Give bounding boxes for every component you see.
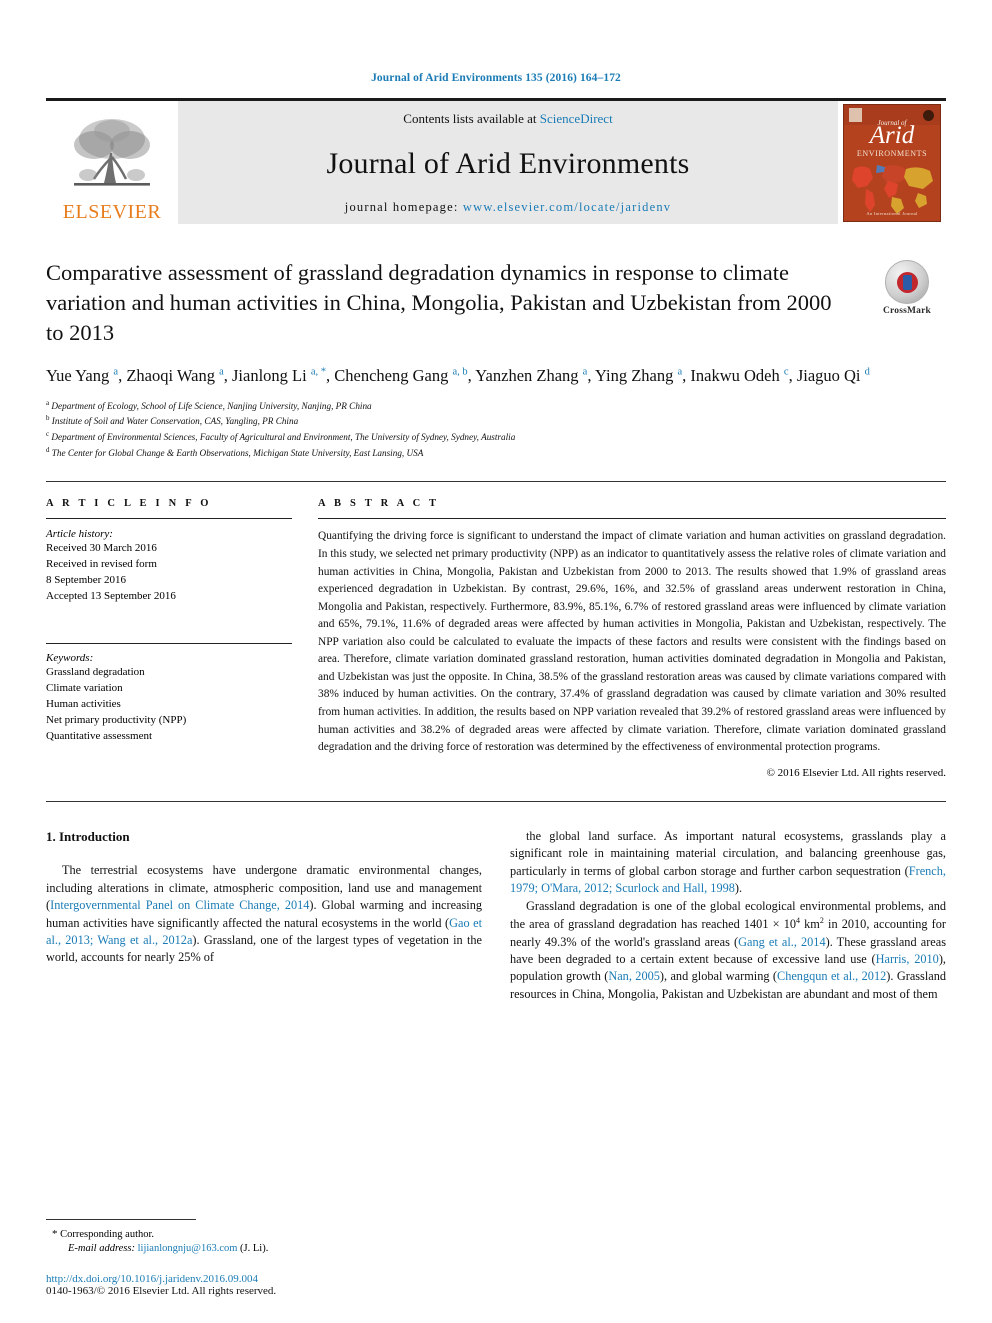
history-item: Received in revised form	[46, 558, 157, 571]
crossmark-label: CrossMark	[882, 306, 932, 316]
author-affil-marker: a, b	[452, 366, 468, 378]
affiliation-marker: b	[46, 414, 50, 423]
issn-copyright-line: 0140-1963/© 2016 Elsevier Ltd. All right…	[46, 1285, 277, 1297]
abstract-heading: A B S T R A C T	[318, 498, 440, 510]
keyword-item: Human activities	[46, 698, 121, 711]
affiliation-item: d The Center for Global Change & Earth O…	[46, 445, 946, 461]
author-list: Yue Yang a, Zhaoqi Wang a, Jianlong Li a…	[46, 365, 870, 385]
contents-prefix: Contents lists available at	[403, 111, 540, 126]
world-map-icon	[852, 164, 933, 214]
email-label: E-mail address:	[68, 1243, 135, 1255]
citation-link-chengqun[interactable]: Chengqun et al., 2012	[777, 969, 886, 983]
author-affil-marker: d	[864, 366, 870, 378]
homepage-prefix: journal homepage:	[344, 200, 463, 214]
crossmark-inner-shape	[896, 271, 918, 293]
elsevier-tree-icon	[74, 119, 150, 186]
keyword-item: Grassland degradation	[46, 666, 145, 679]
keywords-list: Grassland degradation Climate variation …	[46, 665, 292, 745]
elsevier-logo: ELSEVIER	[46, 101, 178, 224]
journal-homepage-line: journal homepage: www.elsevier.com/locat…	[345, 200, 671, 215]
affiliation-text: The Center for Global Change & Earth Obs…	[51, 448, 424, 459]
article-history-list: Received 30 March 2016 Received in revis…	[46, 541, 292, 605]
citation-link-harris[interactable]: Harris, 2010	[876, 952, 939, 966]
history-item: Accepted 13 September 2016	[46, 590, 176, 603]
homepage-url-link[interactable]: www.elsevier.com/locate/jaridenv	[463, 200, 671, 214]
intro-paragraph-right-1: the global land surface. As important na…	[510, 828, 946, 898]
doi-link[interactable]: http://dx.doi.org/10.1016/j.jaridenv.201…	[46, 1273, 476, 1285]
cover-environments-label: ENVIRONMENTS	[856, 148, 928, 158]
email-line: E-mail address: lijianlongnju@163.com (J…	[46, 1242, 476, 1257]
page-footnote: * Corresponding author. E-mail address: …	[46, 1218, 476, 1297]
crossmark-badge[interactable]: CrossMark	[868, 260, 946, 316]
intro-text-5: ).	[734, 881, 743, 896]
intro-text-10: ), and global warming (	[659, 969, 777, 984]
author-affil-marker: a	[582, 366, 588, 378]
journal-cover-thumbnail[interactable]: Journal of Arid ENVIRONMENTS An Internat…	[838, 101, 946, 224]
sciencedirect-link[interactable]: ScienceDirect	[540, 111, 613, 126]
divider	[46, 518, 292, 520]
affiliation-item: b Institute of Soil and Water Conservati…	[46, 413, 946, 429]
asterisk-icon: *	[52, 1227, 58, 1240]
divider	[46, 800, 946, 802]
km-unit: km	[800, 917, 820, 932]
affiliation-list: a Department of Ecology, School of Life …	[46, 398, 946, 462]
elsevier-wordmark: ELSEVIER	[62, 201, 162, 223]
citation-link-nan[interactable]: Nan, 2005	[608, 969, 660, 983]
affiliation-text: Institute of Soil and Water Conservation…	[51, 416, 299, 427]
cover-image: Journal of Arid ENVIRONMENTS An Internat…	[843, 103, 941, 222]
affiliation-item: a Department of Ecology, School of Life …	[46, 398, 946, 414]
abstract-text: Quantifying the driving force is signifi…	[318, 530, 946, 754]
cover-footer-label: An International Journal	[866, 210, 918, 216]
affiliation-text: Department of Ecology, School of Life Sc…	[51, 400, 372, 411]
article-history-label: Article history:	[46, 528, 113, 541]
introduction-heading: 1. Introduction	[46, 828, 130, 844]
footnote-divider	[46, 1218, 196, 1220]
author-affil-marker: a	[677, 366, 683, 378]
affiliation-marker: d	[46, 446, 50, 455]
crossmark-icon	[885, 260, 929, 304]
journal-masthead: ELSEVIER Contents lists available at Sci…	[46, 98, 946, 224]
abstract-column: A B S T R A C T Quantifying the driving …	[318, 498, 946, 779]
running-head: Journal of Arid Environments 135 (2016) …	[371, 72, 621, 84]
intro-paragraph-left: The terrestrial ecosystems have undergon…	[46, 862, 482, 967]
author-affil-marker: c	[783, 366, 789, 378]
history-item: 8 September 2016	[46, 574, 127, 587]
author-affil-marker: a	[219, 366, 224, 378]
affiliation-marker: a	[46, 398, 50, 407]
journal-band: Contents lists available at ScienceDirec…	[178, 101, 838, 224]
intro-paragraph-right-2: Grassland degradation is one of the glob…	[510, 898, 946, 1004]
author-affil-marker: a	[113, 366, 119, 378]
author-affil-marker: a, *	[310, 366, 326, 378]
article-info-heading: A R T I C L E I N F O	[46, 498, 212, 510]
affiliation-item: c Department of Environmental Sciences, …	[46, 429, 946, 445]
body-column-right: the global land surface. As important na…	[510, 828, 946, 1004]
article-title: Comparative assessment of grassland degr…	[46, 260, 832, 345]
keywords-label: Keywords:	[46, 652, 94, 665]
email-link[interactable]: lijianlongnju@163.com	[138, 1243, 238, 1254]
keyword-item: Net primary productivity (NPP)	[46, 713, 187, 726]
contents-available-line: Contents lists available at ScienceDirec…	[403, 111, 612, 127]
keywords-block: Keywords: Grassland degradation Climate …	[46, 643, 292, 745]
journal-title: Journal of Arid Environments	[326, 146, 690, 180]
cover-arid-label: Arid	[869, 121, 915, 149]
affiliation-marker: c	[46, 430, 50, 439]
body-column-left: 1. Introduction The terrestrial ecosyste…	[46, 828, 482, 1004]
title-block: Comparative assessment of grassland degr…	[46, 258, 946, 348]
citation-link-ipcc[interactable]: Intergovernmental Panel on Climate Chang…	[50, 898, 309, 912]
article-body: 1. Introduction The terrestrial ecosyste…	[46, 828, 946, 1004]
corresponding-author-line: * Corresponding author.	[46, 1227, 476, 1243]
abstract-copyright: © 2016 Elsevier Ltd. All rights reserved…	[766, 766, 946, 779]
affiliation-text: Department of Environmental Sciences, Fa…	[51, 432, 516, 443]
history-item: Received 30 March 2016	[46, 542, 157, 555]
keyword-item: Quantitative assessment	[46, 729, 153, 742]
info-abstract-section: A R T I C L E I N F O Article history: R…	[46, 481, 946, 779]
journal-article-page: Journal of Arid Environments 135 (2016) …	[0, 0, 992, 1323]
divider	[318, 518, 946, 520]
intro-text-4: the global land surface. As important na…	[510, 828, 946, 878]
keyword-item: Climate variation	[46, 682, 123, 695]
article-info-column: A R T I C L E I N F O Article history: R…	[46, 498, 292, 778]
email-suffix: (J. Li).	[240, 1243, 269, 1255]
corresponding-author-text: Corresponding author.	[60, 1228, 155, 1240]
citation-link-gang[interactable]: Gang et al., 2014	[738, 935, 826, 949]
